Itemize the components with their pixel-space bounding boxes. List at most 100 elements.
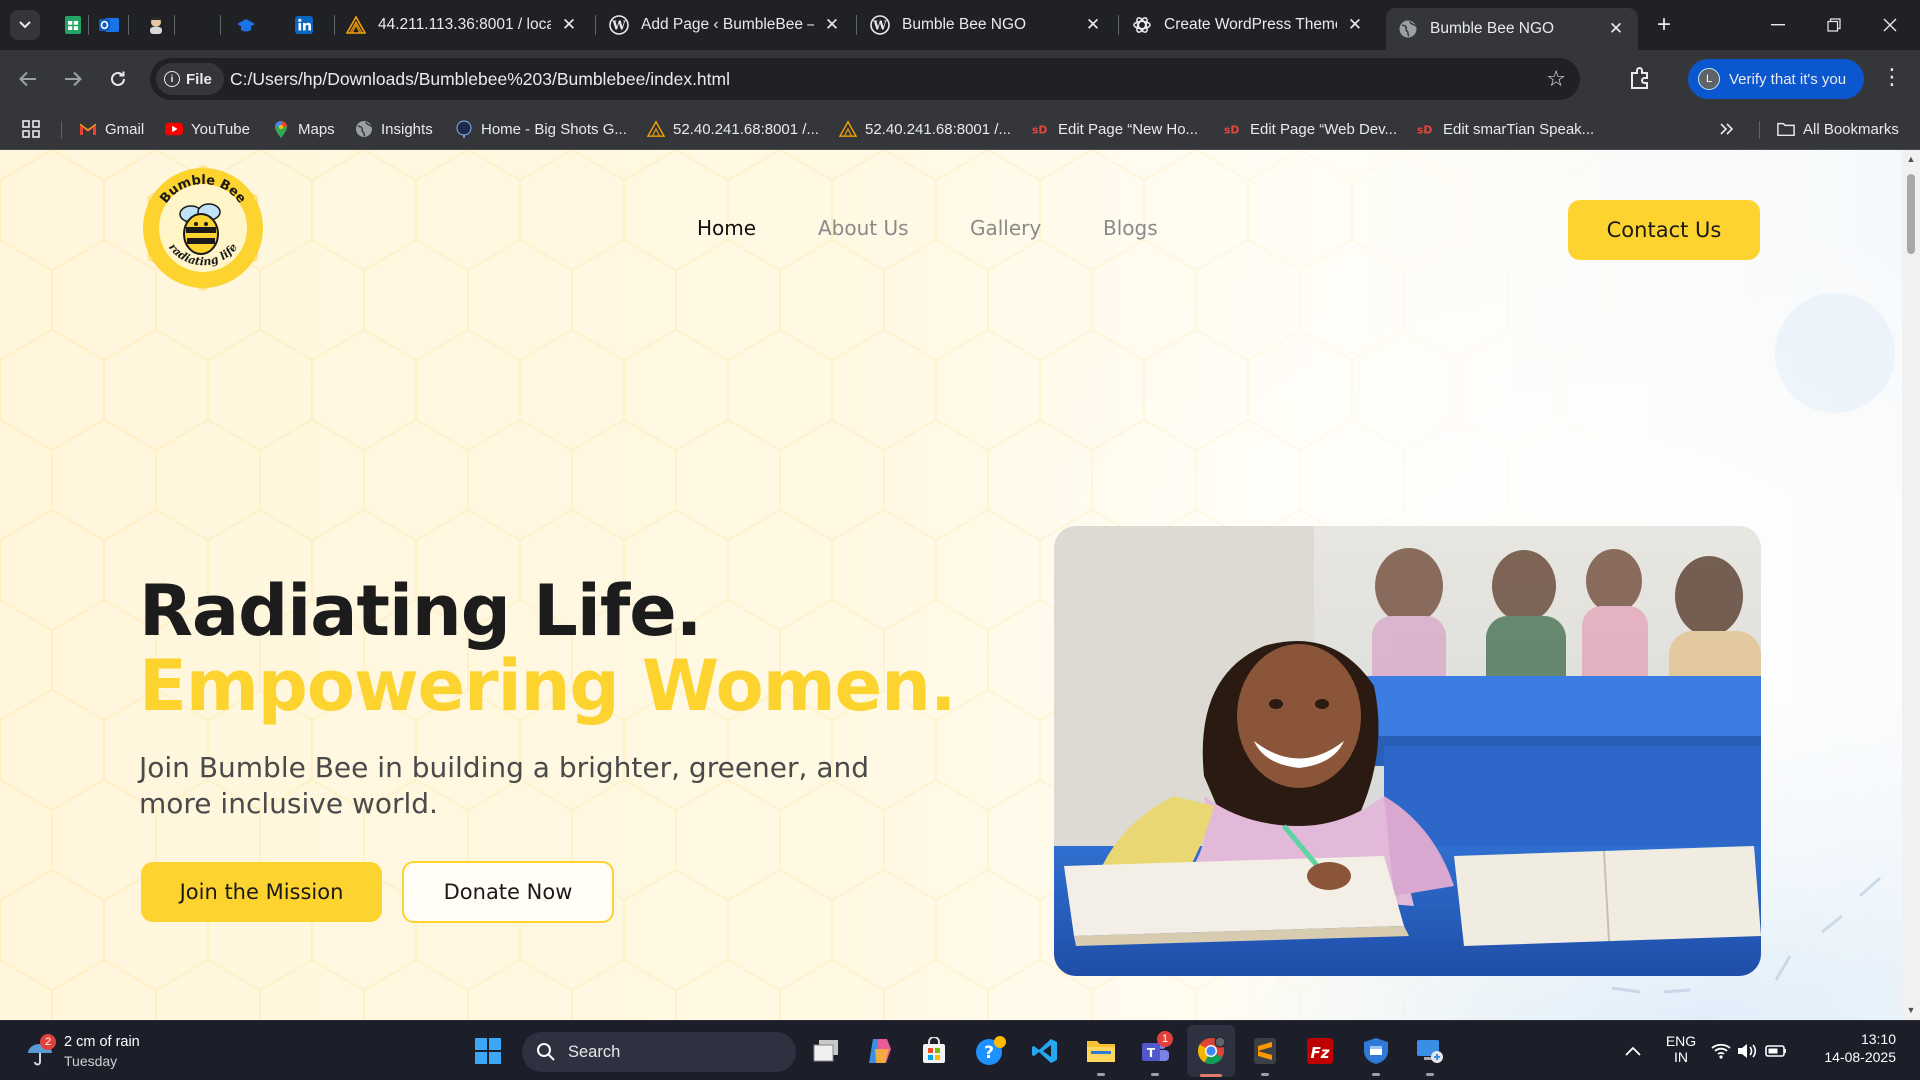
scroll-down-arrow-icon[interactable]: ▼: [1906, 1005, 1916, 1015]
nav-gallery[interactable]: Gallery: [970, 216, 1041, 240]
microsoft-store-button[interactable]: [918, 1035, 950, 1067]
tab-title: Create WordPress Theme: [1164, 16, 1337, 33]
all-bookmarks-label: All Bookmarks: [1803, 120, 1899, 138]
scrollbar-thumb[interactable]: [1907, 174, 1915, 254]
pinned-tab-cap[interactable]: [233, 12, 259, 38]
pinned-tab-linkedin[interactable]: [291, 12, 317, 38]
nav-about-us[interactable]: About Us: [818, 216, 909, 240]
bookmark-bigshots[interactable]: Home - Big Shots G...: [455, 117, 627, 141]
close-icon[interactable]: ✕: [1083, 15, 1103, 35]
svg-text:Fz: Fz: [1311, 1044, 1330, 1062]
running-indicator: [1151, 1073, 1159, 1076]
bookmark-maps[interactable]: Maps: [272, 117, 335, 141]
server-icon: [839, 120, 857, 138]
sublime-text-button[interactable]: [1249, 1035, 1281, 1067]
browser-tab[interactable]: Create WordPress Theme ✕: [1120, 8, 1377, 42]
donate-now-button[interactable]: Donate Now: [402, 861, 614, 923]
language-code: ENG: [1665, 1033, 1697, 1049]
filezilla-button[interactable]: Fz: [1304, 1035, 1336, 1067]
join-mission-button[interactable]: Join the Mission: [141, 862, 382, 922]
close-window-button[interactable]: [1862, 0, 1918, 50]
weather-day: Tuesday: [64, 1053, 118, 1069]
language-region: IN: [1674, 1049, 1688, 1065]
bookmark-edit-page-2[interactable]: sD Edit Page “Web Dev...: [1224, 117, 1397, 141]
close-icon[interactable]: ✕: [559, 15, 579, 35]
remote-desktop-icon: [1417, 1040, 1443, 1063]
tab-search-button[interactable]: [10, 10, 40, 40]
taskbar-search[interactable]: Search: [522, 1032, 796, 1072]
copilot-button[interactable]: [864, 1035, 896, 1067]
language-indicator[interactable]: ENG IN: [1664, 1033, 1698, 1065]
bookmark-edit-smartian[interactable]: sD Edit smarTian Speak...: [1417, 117, 1594, 141]
new-tab-button[interactable]: +: [1650, 11, 1678, 39]
file-explorer-button[interactable]: [1085, 1035, 1117, 1067]
server-icon: [647, 120, 665, 138]
scroll-up-arrow-icon[interactable]: ▲: [1906, 154, 1916, 164]
close-icon[interactable]: ✕: [1345, 15, 1365, 35]
bumble-bee-logo[interactable]: Bumble Bee radiating life: [139, 164, 267, 292]
close-icon[interactable]: ✕: [822, 15, 842, 35]
reload-button[interactable]: [102, 63, 134, 95]
folder-icon: [1777, 120, 1795, 138]
contact-us-button[interactable]: Contact Us: [1568, 200, 1760, 260]
bookmark-star-icon[interactable]: ☆: [1546, 66, 1566, 92]
pinned-tab-outlook[interactable]: [96, 12, 122, 38]
hero-photo: [1054, 526, 1761, 976]
sd-icon: sD: [1032, 120, 1050, 138]
bookmark-server-2[interactable]: 52.40.241.68:8001 /...: [839, 117, 1011, 141]
vscode-button[interactable]: [1029, 1035, 1061, 1067]
bookmark-separator: [1759, 121, 1760, 139]
browser-tab[interactable]: W Add Page ‹ BumbleBee — ✕: [597, 8, 854, 42]
back-button[interactable]: [12, 63, 44, 95]
youtube-icon: [165, 120, 183, 138]
clock-date: 14-08-2025: [1824, 1049, 1896, 1065]
svg-text:W: W: [611, 19, 626, 33]
clock[interactable]: 13:10 14-08-2025: [1812, 1031, 1896, 1065]
all-bookmarks-button[interactable]: All Bookmarks: [1777, 117, 1899, 141]
sublime-icon: [1254, 1038, 1276, 1064]
minimize-button[interactable]: [1750, 0, 1806, 50]
chrome-icon: [1197, 1036, 1226, 1065]
task-view-button[interactable]: [810, 1035, 842, 1067]
bookmark-edit-page-1[interactable]: sD Edit Page “New Ho...: [1032, 117, 1198, 141]
bigshots-icon: [455, 120, 473, 138]
bookmark-insights[interactable]: Insights: [355, 117, 433, 141]
site-info-chip[interactable]: i File: [156, 63, 224, 95]
weather-widget[interactable]: 2 2 cm of rain Tuesday: [26, 1029, 176, 1073]
pinned-tab-avatar[interactable]: [143, 12, 169, 38]
address-bar[interactable]: i File C:/Users/hp/Downloads/Bumblebee%2…: [150, 58, 1580, 100]
security-app-button[interactable]: [1360, 1035, 1392, 1067]
nav-home[interactable]: Home: [697, 216, 756, 240]
browser-tab[interactable]: W Bumble Bee NGO ✕: [858, 8, 1115, 42]
url-text[interactable]: C:/Users/hp/Downloads/Bumblebee%203/Bumb…: [230, 69, 730, 90]
bookmark-server-1[interactable]: 52.40.241.68:8001 /...: [647, 117, 819, 141]
apps-button[interactable]: [21, 117, 41, 141]
close-icon[interactable]: ✕: [1606, 19, 1626, 39]
browser-tab[interactable]: 44.211.113.36:8001 / locall ✕: [334, 8, 591, 42]
close-icon: [1883, 18, 1897, 32]
pinned-tab-sheets[interactable]: [60, 12, 86, 38]
more-bookmarks-button[interactable]: [1718, 117, 1736, 141]
bookmark-youtube[interactable]: YouTube: [165, 117, 250, 141]
start-button[interactable]: [472, 1035, 504, 1067]
profile-verify-button[interactable]: L Verify that it's you: [1688, 59, 1864, 99]
bookmark-label: Insights: [381, 120, 433, 138]
page-scrollbar[interactable]: ▲ ▼: [1902, 150, 1920, 1020]
minimize-icon: [1771, 24, 1785, 26]
extensions-button[interactable]: [1628, 65, 1656, 93]
chrome-button[interactable]: [1195, 1035, 1227, 1067]
browser-tab-active[interactable]: Bumble Bee NGO ✕: [1386, 8, 1638, 50]
more-options-icon[interactable]: ⋮: [1880, 64, 1904, 90]
remote-desktop-button[interactable]: [1414, 1035, 1446, 1067]
get-help-button[interactable]: ?: [975, 1035, 1007, 1067]
bookmark-gmail[interactable]: Gmail: [79, 117, 144, 141]
restore-button[interactable]: [1806, 0, 1862, 50]
active-indicator: [1200, 1074, 1222, 1077]
bookmark-label: YouTube: [191, 120, 250, 138]
teams-button[interactable]: T 1: [1139, 1031, 1173, 1067]
forward-button[interactable]: [57, 63, 89, 95]
show-hidden-icons-button[interactable]: [1617, 1035, 1649, 1067]
quick-settings-button[interactable]: [1710, 1035, 1790, 1067]
bookmark-label: Edit Page “Web Dev...: [1250, 120, 1398, 138]
nav-blogs[interactable]: Blogs: [1103, 216, 1158, 240]
